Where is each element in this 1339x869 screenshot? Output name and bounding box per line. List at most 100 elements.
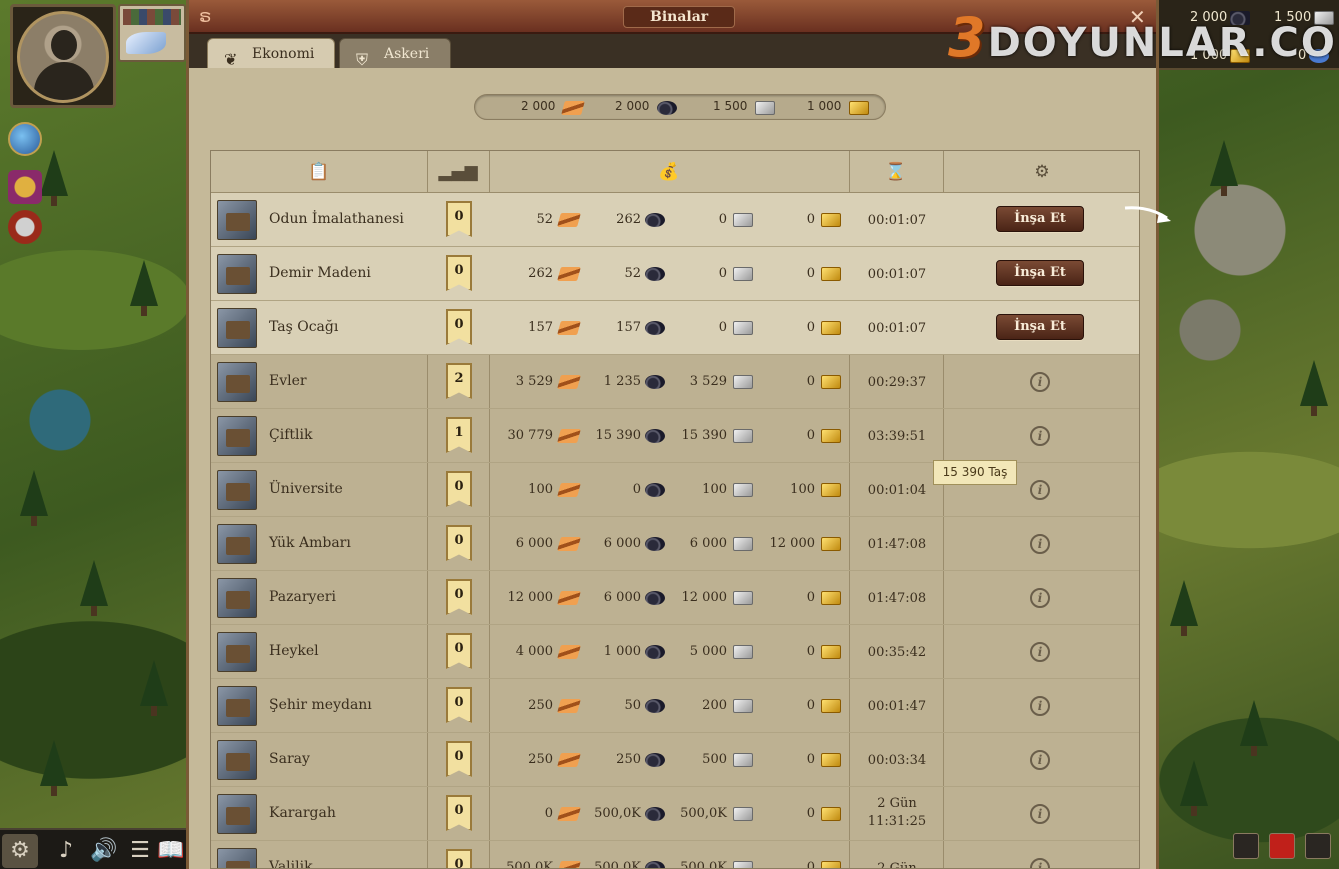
stone-cost: 5 000 bbox=[689, 644, 727, 659]
gold-icon bbox=[821, 321, 841, 335]
magnifier-icon[interactable] bbox=[1233, 833, 1259, 859]
gold-cost: 0 bbox=[806, 212, 815, 227]
building-name: Çiftlik bbox=[269, 427, 313, 443]
table-row[interactable]: Çiftlik 1 30 779 15 390 15 390 0 03:39:51 i bbox=[211, 409, 1139, 463]
level-banner: 0 bbox=[446, 849, 472, 868]
sliders-icon[interactable]: ☰ bbox=[122, 834, 158, 868]
fullscreen-icon[interactable] bbox=[1305, 833, 1331, 859]
book-icon[interactable]: 📖 bbox=[156, 834, 186, 868]
info-icon[interactable]: i bbox=[1030, 426, 1050, 446]
level-banner: 0 bbox=[446, 741, 472, 777]
stone-icon bbox=[733, 375, 753, 389]
tab-askeri[interactable]: ⛨ Askeri bbox=[339, 38, 451, 69]
table-row[interactable]: Heykel 0 4 000 1 000 5 000 0 00:35:42 i bbox=[211, 625, 1139, 679]
wood-cost: 52 bbox=[536, 212, 553, 227]
gold-icon bbox=[821, 861, 841, 868]
messages-card[interactable] bbox=[118, 4, 186, 62]
iron-cost: 1 235 bbox=[603, 374, 641, 389]
build-time: 2 Gün 11:31:25 bbox=[867, 796, 927, 829]
build-time: 00:01:47 bbox=[867, 699, 927, 714]
info-icon[interactable]: i bbox=[1030, 534, 1050, 554]
iron-cost: 6 000 bbox=[603, 536, 641, 551]
globe-icon[interactable] bbox=[8, 122, 42, 156]
iron-icon bbox=[645, 267, 665, 281]
iron-cost: 157 bbox=[616, 320, 641, 335]
info-icon[interactable]: i bbox=[1030, 696, 1050, 716]
stone-icon bbox=[733, 699, 753, 713]
info-icon[interactable]: i bbox=[1030, 480, 1050, 500]
table-row[interactable]: Odun İmalathanesi 0 52 262 0 0 00:01:07 İnşa Et bbox=[211, 193, 1139, 247]
build-button[interactable]: İnşa Et bbox=[996, 260, 1084, 286]
level-icon: ▂▄▆ bbox=[438, 162, 478, 182]
iron-icon bbox=[645, 861, 665, 868]
tree bbox=[1300, 360, 1328, 416]
iron-cost: 52 bbox=[624, 266, 641, 281]
table-row[interactable]: Demir Madeni 0 262 52 0 0 00:01:07 İnşa Et bbox=[211, 247, 1139, 301]
wood-cost: 100 bbox=[528, 482, 553, 497]
info-icon[interactable]: i bbox=[1030, 588, 1050, 608]
building-name: Saray bbox=[269, 751, 310, 767]
table-row[interactable]: Taş Ocağı 0 157 157 0 0 00:01:07 İnşa Et bbox=[211, 301, 1139, 355]
gold-icon bbox=[821, 375, 841, 389]
info-icon[interactable]: i bbox=[1030, 858, 1050, 868]
build-button[interactable]: İnşa Et bbox=[996, 206, 1084, 232]
turkish-flag-icon[interactable] bbox=[1269, 833, 1295, 859]
wood-icon bbox=[557, 267, 581, 281]
building-thumbnail bbox=[217, 362, 257, 402]
table-row[interactable]: Pazaryeri 0 12 000 6 000 12 000 0 01:47:08 i bbox=[211, 571, 1139, 625]
stone-cost: 3 529 bbox=[689, 374, 727, 389]
table-row[interactable]: Valilik 0 500,0K 500,0K 500,0K 0 2 Gün i bbox=[211, 841, 1139, 869]
wood-icon bbox=[557, 645, 581, 659]
building-name: Valilik bbox=[269, 859, 313, 869]
gear-icon[interactable]: ⚙ bbox=[2, 834, 38, 868]
info-icon[interactable]: i bbox=[1030, 804, 1050, 824]
iron-amount: 2 000 bbox=[615, 99, 650, 113]
building-name: Demir Madeni bbox=[269, 265, 371, 281]
build-time: 01:47:08 bbox=[867, 537, 927, 552]
stone-icon bbox=[733, 645, 753, 659]
level-banner: 0 bbox=[446, 201, 472, 237]
knight-icon[interactable] bbox=[8, 210, 42, 244]
iron-icon bbox=[645, 375, 665, 389]
gold-icon bbox=[821, 213, 841, 227]
level-banner: 0 bbox=[446, 687, 472, 723]
info-icon[interactable]: i bbox=[1030, 372, 1050, 392]
table-row[interactable]: Şehir meydanı 0 250 50 200 0 00:01:47 i bbox=[211, 679, 1139, 733]
iron-icon bbox=[657, 101, 677, 115]
tab-ekonomi[interactable]: ❦ Ekonomi bbox=[207, 38, 335, 69]
iron-icon bbox=[645, 645, 665, 659]
level-banner: 0 bbox=[446, 255, 472, 291]
iron-cost: 50 bbox=[624, 698, 641, 713]
building-name: Heykel bbox=[269, 643, 319, 659]
info-icon[interactable]: i bbox=[1030, 642, 1050, 662]
stone-cost: 0 bbox=[718, 320, 727, 335]
wood-cost: 30 779 bbox=[507, 428, 554, 443]
buildings-table: 📋 ▂▄▆ 💰 ⌛ ⚙ Odun İmalathanesi 0 52 262 0 0 00:… bbox=[210, 150, 1140, 869]
info-icon[interactable]: i bbox=[1030, 750, 1050, 770]
crown-icon[interactable] bbox=[8, 170, 42, 204]
wood-cost: 250 bbox=[528, 698, 553, 713]
stone-cost: 0 bbox=[718, 266, 727, 281]
resource-tooltip: 15 390 Taş bbox=[933, 460, 1017, 485]
table-row[interactable]: Karargah 0 0 500,0K 500,0K 0 2 Gün 11:31:25 i bbox=[211, 787, 1139, 841]
gold-icon bbox=[821, 591, 841, 605]
player-portrait[interactable] bbox=[10, 4, 116, 108]
building-thumbnail bbox=[217, 740, 257, 780]
tree bbox=[40, 740, 68, 796]
iron-cost: 6 000 bbox=[603, 590, 641, 605]
iron-cost: 0 bbox=[632, 482, 641, 497]
table-row[interactable]: Saray 0 250 250 500 0 00:03:34 i bbox=[211, 733, 1139, 787]
shield-icon: ⛨ bbox=[356, 50, 369, 69]
wood-icon bbox=[557, 861, 581, 868]
building-thumbnail bbox=[217, 470, 257, 510]
stone-icon bbox=[733, 321, 753, 335]
iron-cost: 1 000 bbox=[603, 644, 641, 659]
music-icon[interactable]: ♪ bbox=[48, 834, 84, 868]
table-row[interactable]: Evler 2 3 529 1 235 3 529 0 00:29:37 i bbox=[211, 355, 1139, 409]
wood-icon bbox=[557, 807, 581, 821]
building-name: Pazaryeri bbox=[269, 589, 336, 605]
building-thumbnail bbox=[217, 416, 257, 456]
speaker-icon[interactable]: 🔊 bbox=[86, 834, 122, 868]
table-row[interactable]: Yük Ambarı 0 6 000 6 000 6 000 12 000 01:47:08… bbox=[211, 517, 1139, 571]
build-button[interactable]: İnşa Et bbox=[996, 314, 1084, 340]
